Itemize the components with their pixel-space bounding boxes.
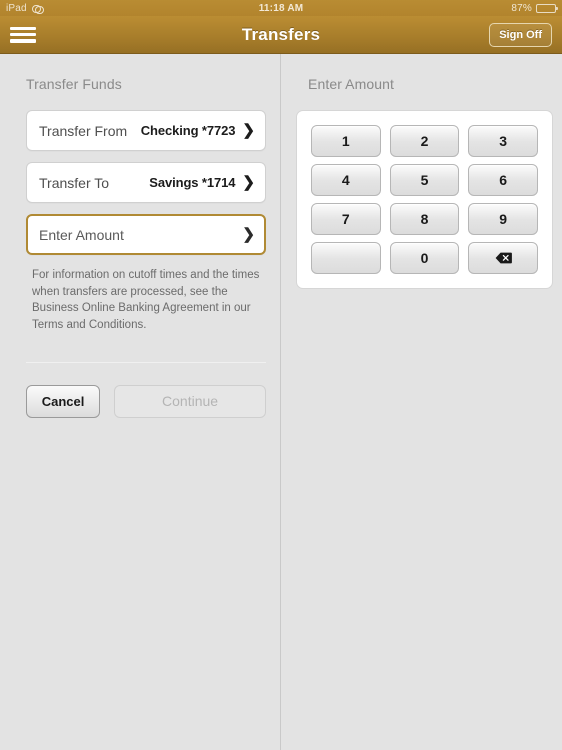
cutoff-times-disclaimer: For information on cutoff times and the … [32, 269, 260, 332]
key-5[interactable]: 5 [389, 164, 460, 196]
keypad-pane: Enter Amount 1 2 3 4 5 6 7 8 9 0 [281, 54, 562, 750]
status-bar: iPad 11:18 AM 87% [0, 0, 562, 16]
page-title: Transfers [241, 24, 321, 44]
hamburger-bar [10, 32, 36, 37]
enter-amount-label: Enter Amount [39, 226, 124, 243]
form-divider [26, 361, 266, 363]
transfer-to-label: Transfer To [39, 174, 110, 191]
key-3[interactable]: 3 [468, 125, 538, 157]
sign-off-button[interactable]: Sign Off [489, 22, 552, 47]
key-backspace[interactable] [468, 242, 538, 274]
key-7[interactable]: 7 [311, 203, 381, 235]
key-6[interactable]: 6 [468, 164, 538, 196]
content-area: Transfer Funds Transfer From Checking *7… [0, 54, 562, 750]
chevron-right-icon: ❯ [242, 174, 255, 191]
key-0[interactable]: 0 [389, 242, 460, 274]
key-8[interactable]: 8 [389, 203, 460, 235]
transfer-form-pane: Transfer Funds Transfer From Checking *7… [0, 54, 281, 750]
key-9[interactable]: 9 [468, 203, 538, 235]
key-2[interactable]: 2 [389, 125, 460, 157]
keypad-grid: 1 2 3 4 5 6 7 8 9 0 [311, 125, 538, 274]
hamburger-menu-icon[interactable] [10, 25, 36, 45]
key-1[interactable]: 1 [311, 125, 381, 157]
battery-icon [536, 3, 558, 13]
enter-amount-heading: Enter Amount [308, 76, 395, 92]
continue-button: Continue [114, 384, 266, 418]
transfer-from-label: Transfer From [39, 122, 128, 139]
status-bar-right: 87% [511, 2, 558, 14]
hamburger-bar [10, 26, 36, 30]
key-4[interactable]: 4 [311, 164, 381, 196]
transfer-to-value: Savings *1714 [149, 175, 236, 190]
form-actions: Cancel Continue [26, 384, 266, 418]
numeric-keypad: 1 2 3 4 5 6 7 8 9 0 [296, 110, 553, 289]
transfer-to-field[interactable]: Transfer To Savings *1714 ❯ [26, 162, 266, 203]
transfer-from-field[interactable]: Transfer From Checking *7723 ❯ [26, 110, 266, 151]
backspace-icon [495, 252, 512, 264]
enter-amount-field[interactable]: Enter Amount ❯ [26, 214, 266, 255]
key-blank [311, 242, 381, 274]
cancel-button[interactable]: Cancel [26, 384, 101, 418]
chevron-right-icon: ❯ [242, 226, 255, 243]
status-bar-clock: 11:18 AM [258, 2, 304, 14]
battery-percent-label: 87% [511, 2, 532, 14]
chevron-right-icon: ❯ [242, 122, 255, 139]
hamburger-bar [10, 39, 36, 43]
transfer-from-value: Checking *7723 [140, 123, 236, 138]
transfer-funds-heading: Transfer Funds [26, 76, 122, 92]
navigation-bar: Transfers Sign Off [0, 16, 562, 54]
